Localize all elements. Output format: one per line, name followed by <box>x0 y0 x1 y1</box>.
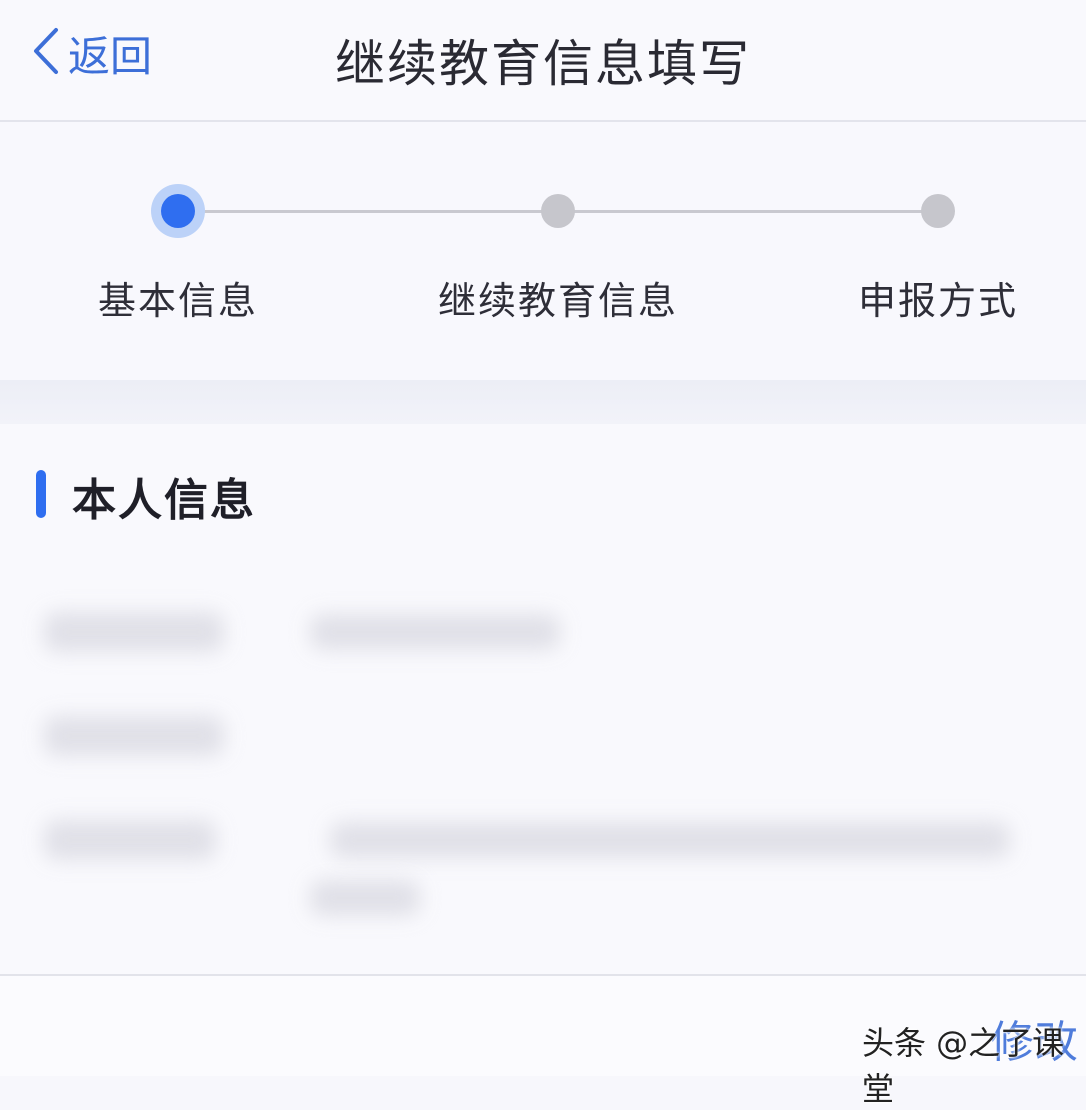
section-separator <box>0 380 1086 424</box>
step-label-declaration: 申报方式 <box>857 279 1019 323</box>
blurred-field-value <box>310 880 420 916</box>
personal-info-section: 本人信息 <box>0 424 1086 976</box>
nav-bar: 返回 继续教育信息填写 <box>0 0 1086 122</box>
step-dot-basic[interactable] <box>161 194 195 228</box>
step-label-education: 继续教育信息 <box>437 279 679 323</box>
blurred-field-value <box>310 614 560 650</box>
blurred-field-label <box>44 820 216 860</box>
blurred-field-value <box>330 822 1010 858</box>
blurred-field-label <box>44 612 224 652</box>
step-dot-declaration[interactable] <box>921 194 955 228</box>
progress-stepper: 基本信息 继续教育信息 申报方式 <box>0 122 1086 380</box>
watermark: 头条 @之了课堂 <box>862 1024 1065 1108</box>
step-connector <box>558 210 938 213</box>
blurred-field-label <box>44 716 224 756</box>
section-accent-bar <box>36 470 46 518</box>
step-label-basic: 基本信息 <box>97 279 259 323</box>
section-title: 本人信息 <box>72 475 256 526</box>
page-title: 继续教育信息填写 <box>335 35 751 93</box>
step-connector <box>178 210 558 213</box>
step-dot-education[interactable] <box>541 194 575 228</box>
